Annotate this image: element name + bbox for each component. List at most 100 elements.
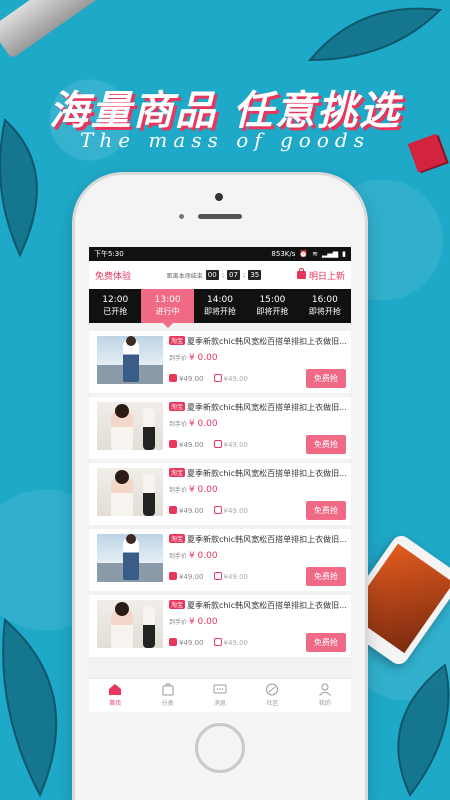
list-item[interactable]: 淘宝 夏季新款chic韩风宽松百搭单排扣上衣做旧... 到手价 ¥ 0.00 ¥4… <box>89 595 351 657</box>
nav-message[interactable]: 消息 <box>194 679 246 712</box>
taobao-icon <box>169 572 177 580</box>
tab-1500[interactable]: 15:00 即将开抢 <box>246 289 298 323</box>
shopping-bag-icon <box>296 268 306 279</box>
nav-label: 我的 <box>318 700 331 707</box>
taobao-icon <box>169 506 177 514</box>
speaker-slot <box>198 214 242 219</box>
message-icon <box>213 684 227 694</box>
tab-time: 12:00 <box>102 295 129 305</box>
list-item[interactable]: 淘宝 夏季新款chic韩风宽松百搭单排扣上衣做旧... 到手价 ¥ 0.00 ¥4… <box>89 397 351 459</box>
taobao-price: ¥49.00 <box>169 506 204 515</box>
taobao-icon <box>169 440 177 448</box>
taobao-price: ¥49.00 <box>169 638 204 647</box>
product-title: 淘宝 夏季新款chic韩风宽松百搭单排扣上衣做旧... <box>169 336 346 346</box>
original-price: ¥49.00 <box>213 638 248 647</box>
camera-dot <box>215 193 223 201</box>
taobao-price: ¥49.00 <box>169 572 204 581</box>
alarm-icon: ⏰ <box>299 250 309 258</box>
nav-profile[interactable]: 我的 <box>299 679 351 712</box>
product-title: 淘宝 夏季新款chic韩风宽松百搭单排扣上衣做旧... <box>169 600 346 610</box>
original-icon <box>213 506 222 514</box>
status-icons: 853K/s ⏰ ≋ ▂▄▆ ▮ <box>271 250 346 258</box>
taobao-price: ¥49.00 <box>169 374 204 383</box>
tab-1200[interactable]: 12:00 已开抢 <box>89 289 141 323</box>
free-grab-button[interactable]: 免费抢 <box>306 501 346 520</box>
free-grab-button[interactable]: 免费抢 <box>306 567 346 586</box>
product-image <box>97 534 163 582</box>
wifi-icon: ≋ <box>312 250 318 258</box>
free-grab-button[interactable]: 免费抢 <box>306 633 346 652</box>
battery-icon: ▮ <box>342 250 346 258</box>
signal-icon: ▂▄▆ <box>321 250 339 258</box>
tab-status: 即将开抢 <box>256 307 289 316</box>
original-price: ¥49.00 <box>213 506 248 515</box>
status-time: 下午5:30 <box>94 250 124 258</box>
countdown: 距离本场结束 00 : 07 : 35 <box>167 270 262 280</box>
phone-frame: 下午5:30 853K/s ⏰ ≋ ▂▄▆ ▮ 免费体验 距离本场结束 00 :… <box>75 175 365 800</box>
tab-time: 13:00 <box>154 295 181 305</box>
home-icon <box>109 684 122 695</box>
taobao-icon <box>169 638 177 646</box>
tab-1400[interactable]: 14:00 即将开抢 <box>194 289 246 323</box>
final-price: 到手价 ¥ 0.00 <box>169 419 218 429</box>
original-price: ¥49.00 <box>213 440 248 449</box>
product-title: 淘宝 夏季新款chic韩风宽松百搭单排扣上衣做旧... <box>169 402 346 412</box>
tomorrow-new-link[interactable]: 明日上新 <box>296 268 345 282</box>
countdown-hours: 00 <box>205 270 219 280</box>
network-speed: 853K/s <box>271 250 296 258</box>
product-image <box>97 468 163 516</box>
tomorrow-new-label: 明日上新 <box>308 271 345 282</box>
tab-1600[interactable]: 16:00 即将开抢 <box>299 289 351 323</box>
original-icon <box>213 374 222 382</box>
taobao-tag: 淘宝 <box>169 468 186 477</box>
countdown-label: 距离本场结束 <box>166 272 203 280</box>
nav-label: 消息 <box>214 700 227 707</box>
free-trial-link[interactable]: 免费体验 <box>95 269 131 282</box>
original-icon <box>213 440 222 448</box>
final-price: 到手价 ¥ 0.00 <box>169 617 218 627</box>
countdown-separator: : <box>242 271 246 279</box>
list-item[interactable]: 淘宝 夏季新款chic韩风宽松百搭单排扣上衣做旧... 到手价 ¥ 0.00 ¥4… <box>89 331 351 393</box>
original-icon <box>213 638 222 646</box>
banner-subline: The mass of goods <box>80 128 370 152</box>
tab-time: 16:00 <box>311 295 338 305</box>
product-title: 淘宝 夏季新款chic韩风宽松百搭单排扣上衣做旧... <box>169 534 346 544</box>
app-screen: 下午5:30 853K/s ⏰ ≋ ▂▄▆ ▮ 免费体验 距离本场结束 00 :… <box>89 247 351 712</box>
tab-time: 15:00 <box>259 295 286 305</box>
nav-label: 首页 <box>109 700 122 707</box>
phone-home-button <box>195 723 245 773</box>
bottom-nav: 首页 分类 消息 社区 我的 <box>89 678 351 712</box>
final-price: 到手价 ¥ 0.00 <box>169 551 218 561</box>
nav-home[interactable]: 首页 <box>89 679 141 712</box>
taobao-price: ¥49.00 <box>169 440 204 449</box>
taobao-tag: 淘宝 <box>169 336 186 345</box>
product-title: 淘宝 夏季新款chic韩风宽松百搭单排扣上衣做旧... <box>169 468 346 478</box>
leaf-decoration-icon <box>307 7 443 62</box>
original-price: ¥49.00 <box>213 572 248 581</box>
final-price: 到手价 ¥ 0.00 <box>169 353 218 363</box>
taobao-tag: 淘宝 <box>169 600 186 609</box>
taobao-tag: 淘宝 <box>169 534 186 543</box>
list-item[interactable]: 淘宝 夏季新款chic韩风宽松百搭单排扣上衣做旧... 到手价 ¥ 0.00 ¥4… <box>89 463 351 525</box>
app-header: 免费体验 距离本场结束 00 : 07 : 35 明日上新 <box>89 261 351 289</box>
free-grab-button[interactable]: 免费抢 <box>306 369 346 388</box>
tab-status: 即将开抢 <box>308 307 341 316</box>
countdown-seconds: 35 <box>248 270 262 280</box>
nav-community[interactable]: 社区 <box>246 679 298 712</box>
product-list: 淘宝 夏季新款chic韩风宽松百搭单排扣上衣做旧... 到手价 ¥ 0.00 ¥4… <box>89 323 351 657</box>
nav-label: 社区 <box>266 700 279 707</box>
sensor-dot <box>179 214 184 219</box>
community-icon <box>266 683 279 696</box>
nav-category[interactable]: 分类 <box>141 679 193 712</box>
final-price: 到手价 ¥ 0.00 <box>169 485 218 495</box>
nav-label: 分类 <box>161 700 174 707</box>
tab-status: 已开抢 <box>103 307 128 316</box>
tab-1300[interactable]: 13:00 进行中 <box>141 289 194 328</box>
tab-status: 即将开抢 <box>204 307 237 316</box>
taobao-tag: 淘宝 <box>169 402 186 411</box>
product-image <box>97 600 163 648</box>
countdown-minutes: 07 <box>227 270 240 280</box>
free-grab-button[interactable]: 免费抢 <box>306 435 346 454</box>
list-item[interactable]: 淘宝 夏季新款chic韩风宽松百搭单排扣上衣做旧... 到手价 ¥ 0.00 ¥4… <box>89 529 351 591</box>
product-image <box>97 336 163 384</box>
